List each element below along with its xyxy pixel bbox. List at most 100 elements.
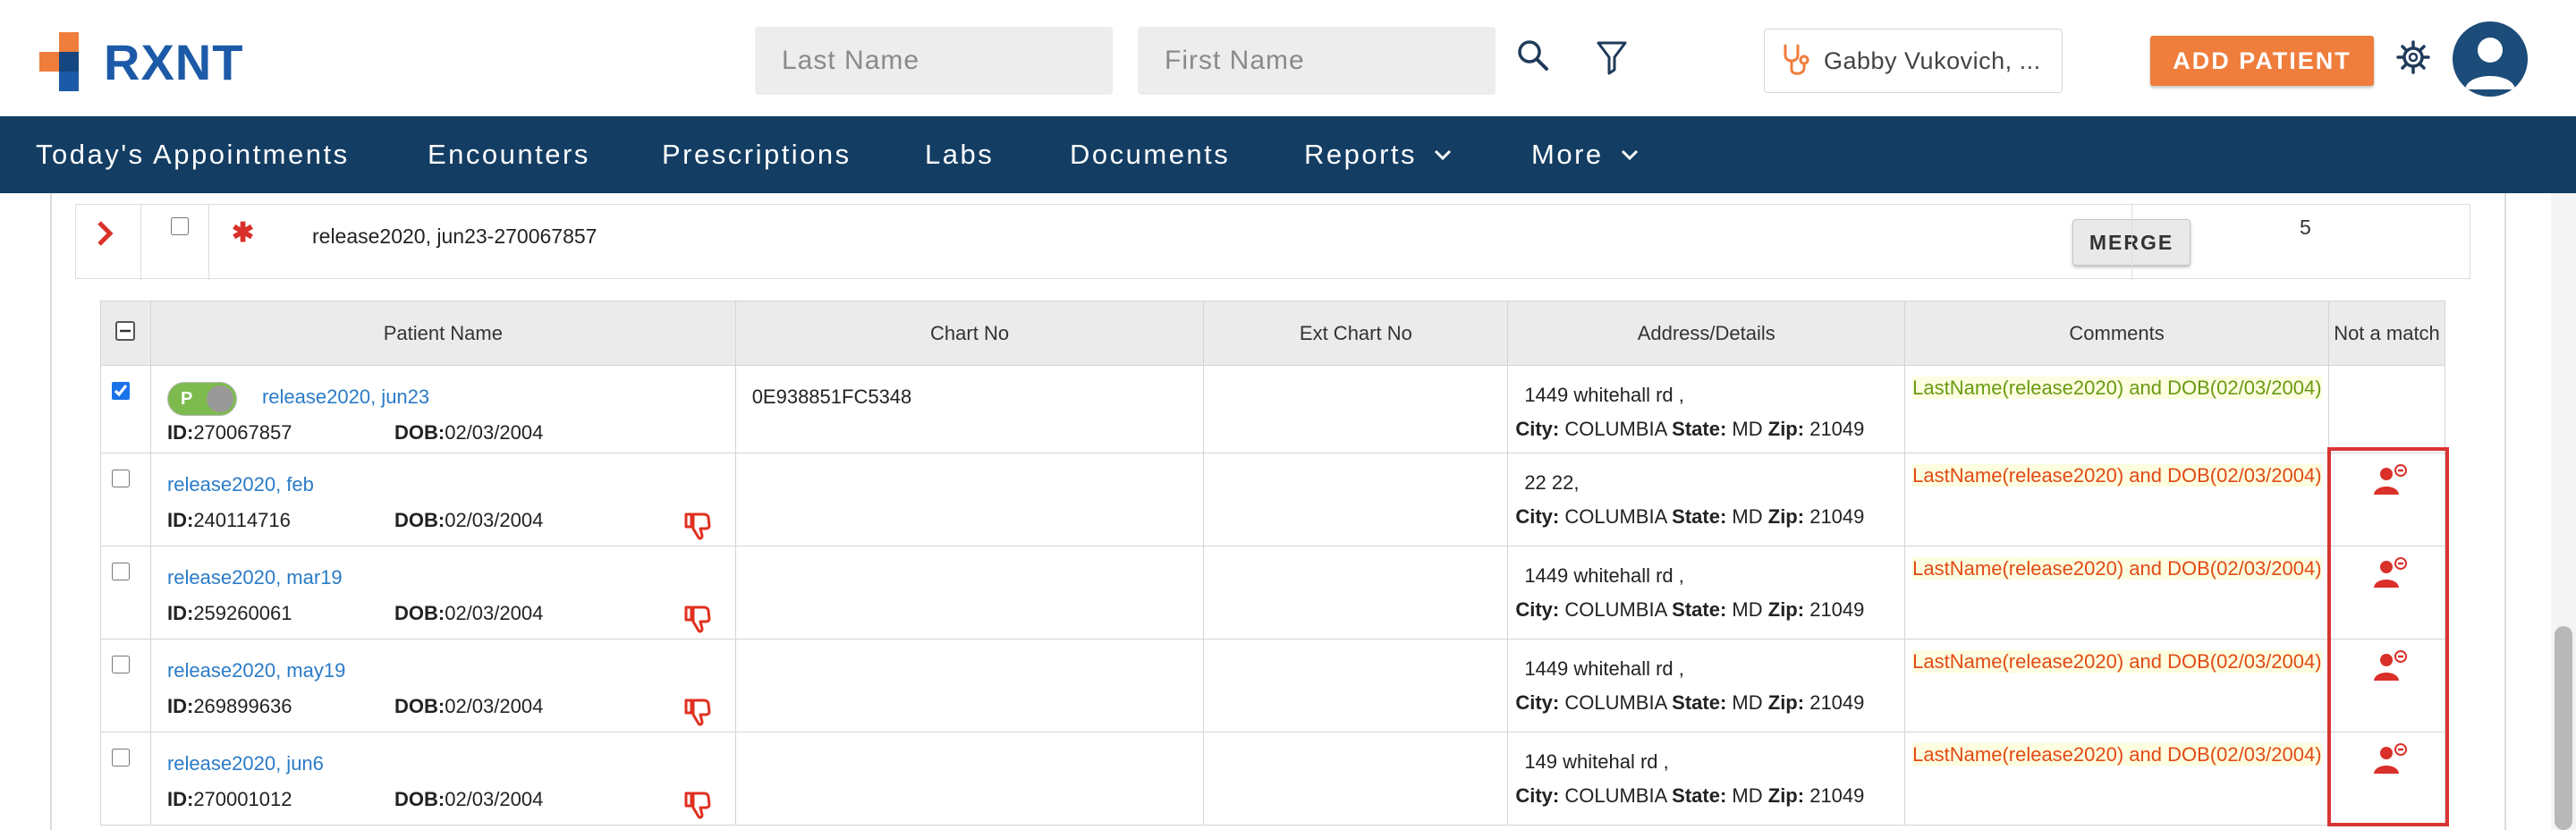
scrollbar-thumb[interactable] [2555,626,2572,830]
row-checkbox[interactable] [112,563,130,580]
patient-name-link[interactable]: release2020, jun6 [167,752,324,775]
patient-name-link[interactable]: release2020, feb [167,473,314,496]
city-value: COLUMBIA [1564,784,1667,807]
patient-name-link[interactable]: release2020, may19 [167,659,345,682]
row-checkbox[interactable] [112,656,130,673]
user-avatar[interactable] [2453,21,2528,97]
logo-text: RXNT [104,33,244,90]
id-value: 270067857 [193,421,292,444]
select-all-checkbox[interactable] [115,320,136,341]
table-row: release2020, feb ID:240114716 DOB:02/03/… [100,453,2446,546]
zip-label: Zip: [1767,418,1805,440]
patient-id: ID:270001012 [167,788,292,811]
toggle-knob [206,385,233,412]
thumbs-down-icon[interactable] [681,788,713,820]
nav-todays-appointments[interactable]: Today's Appointments [36,116,350,193]
thumbs-down-icon[interactable] [681,509,713,541]
nav-documents[interactable]: Documents [1070,116,1230,193]
group-name: release2020, jun23-270067857 [312,224,597,248]
not-a-match-user-icon[interactable] [2370,650,2410,684]
not-a-match-user-icon[interactable] [2370,743,2410,777]
city-label: City: [1515,784,1560,807]
state-value: MD [1732,598,1763,621]
state-label: State: [1672,505,1727,528]
nav-reports[interactable]: Reports [1304,116,1453,193]
col-ext-chart-no[interactable]: Ext Chart No [1203,301,1509,366]
col-address[interactable]: Address/Details [1507,301,1906,366]
nav-more[interactable]: More [1531,116,1640,193]
nav-prescriptions[interactable]: Prescriptions [662,116,852,193]
patient-dob: DOB:02/03/2004 [394,788,543,811]
settings-button[interactable] [2394,38,2433,77]
dob-label: DOB: [394,602,445,624]
dob-label: DOB: [394,695,445,717]
user-avatar-icon [2465,38,2515,89]
id-label: ID: [166,695,194,717]
state-value: MD [1732,691,1763,714]
address-details: City: COLUMBIA State: MD Zip: 21049 [1515,691,1864,715]
provider-selector[interactable]: Gabby Vukovich, ... [1764,29,2063,93]
zip-value: 21049 [1809,598,1865,621]
address-line: 1449 whitehall rd , [1524,384,1684,406]
zip-value: 21049 [1809,784,1865,807]
col-comments[interactable]: Comments [1904,301,2329,366]
comment-text: LastName(release2020) and DOB(02/03/2004… [1912,464,2322,487]
duplicate-group-row: ✱ release2020, jun23-270067857 MERGE 5 [75,204,2470,280]
patient-name-link[interactable]: release2020, jun23 [262,385,429,409]
thumbs-down-icon[interactable] [681,602,713,634]
group-count: 5 [2300,216,2311,239]
rxnt-logo[interactable]: RXNT [39,30,243,93]
filter-button[interactable] [1594,38,1630,77]
row-checkbox[interactable] [112,749,130,766]
zip-value: 21049 [1809,418,1865,440]
panel-border-left [50,193,52,830]
patient-dob: DOB:02/03/2004 [394,695,543,718]
main-nav: Today's Appointments Encounters Prescrip… [0,116,2576,193]
mismatch-comment: LastName(release2020) and DOB(02/03/2004… [1912,650,2329,673]
not-a-match-cell [2327,732,2446,826]
patient-id: ID:270067857 [167,421,292,445]
dob-label: DOB: [394,509,445,531]
not-a-match-user-icon[interactable] [2370,557,2410,591]
first-name-input[interactable] [1138,27,1496,95]
comment-text: LastName(release2020) and DOB(02/03/2004… [1912,650,2322,673]
state-value: MD [1732,418,1763,440]
thumbs-down-icon[interactable] [681,695,713,727]
city-value: COLUMBIA [1564,598,1667,621]
address-line: 22 22, [1524,471,1580,494]
last-name-input[interactable] [755,27,1113,95]
id-value: 269899636 [193,695,292,717]
patient-name-link[interactable]: release2020, mar19 [167,566,343,589]
group-checkbox[interactable] [171,217,189,235]
cell-divider [140,205,141,280]
patient-id: ID:269899636 [167,695,292,718]
table-header-row: Patient Name Chart No Ext Chart No Addre… [100,301,2446,366]
id-label: ID: [166,602,194,624]
nav-labs[interactable]: Labs [925,116,994,193]
comment-text: LastName(release2020) and DOB(02/03/2004… [1912,557,2322,580]
col-patient-name[interactable]: Patient Name [149,301,736,366]
mismatch-comment: LastName(release2020) and DOB(02/03/2004… [1912,743,2329,766]
col-chart-no[interactable]: Chart No [734,301,1205,366]
primary-toggle[interactable]: P [166,382,237,416]
row-checkbox[interactable] [112,470,130,487]
expand-chevron-icon[interactable] [87,216,123,251]
patient-dob: DOB:02/03/2004 [394,421,543,445]
search-icon [1518,40,1548,71]
add-patient-button[interactable]: ADD PATIENT [2150,36,2374,86]
not-a-match-user-icon[interactable] [2370,464,2410,498]
city-value: COLUMBIA [1564,691,1667,714]
not-a-match-cell [2327,365,2446,453]
select-all-header [100,301,151,366]
table-row: release2020, may19 ID:269899636 DOB:02/0… [100,639,2446,733]
match-comment: LastName(release2020) and DOB(02/03/2004… [1912,377,2329,400]
city-label: City: [1515,505,1560,528]
id-value: 259260061 [193,602,292,624]
zip-label: Zip: [1767,784,1805,807]
search-button[interactable] [1515,36,1551,75]
id-label: ID: [166,509,194,531]
row-checkbox[interactable] [112,382,130,400]
id-value: 240114716 [193,509,291,531]
nav-encounters[interactable]: Encounters [428,116,590,193]
cell-divider [208,205,209,280]
